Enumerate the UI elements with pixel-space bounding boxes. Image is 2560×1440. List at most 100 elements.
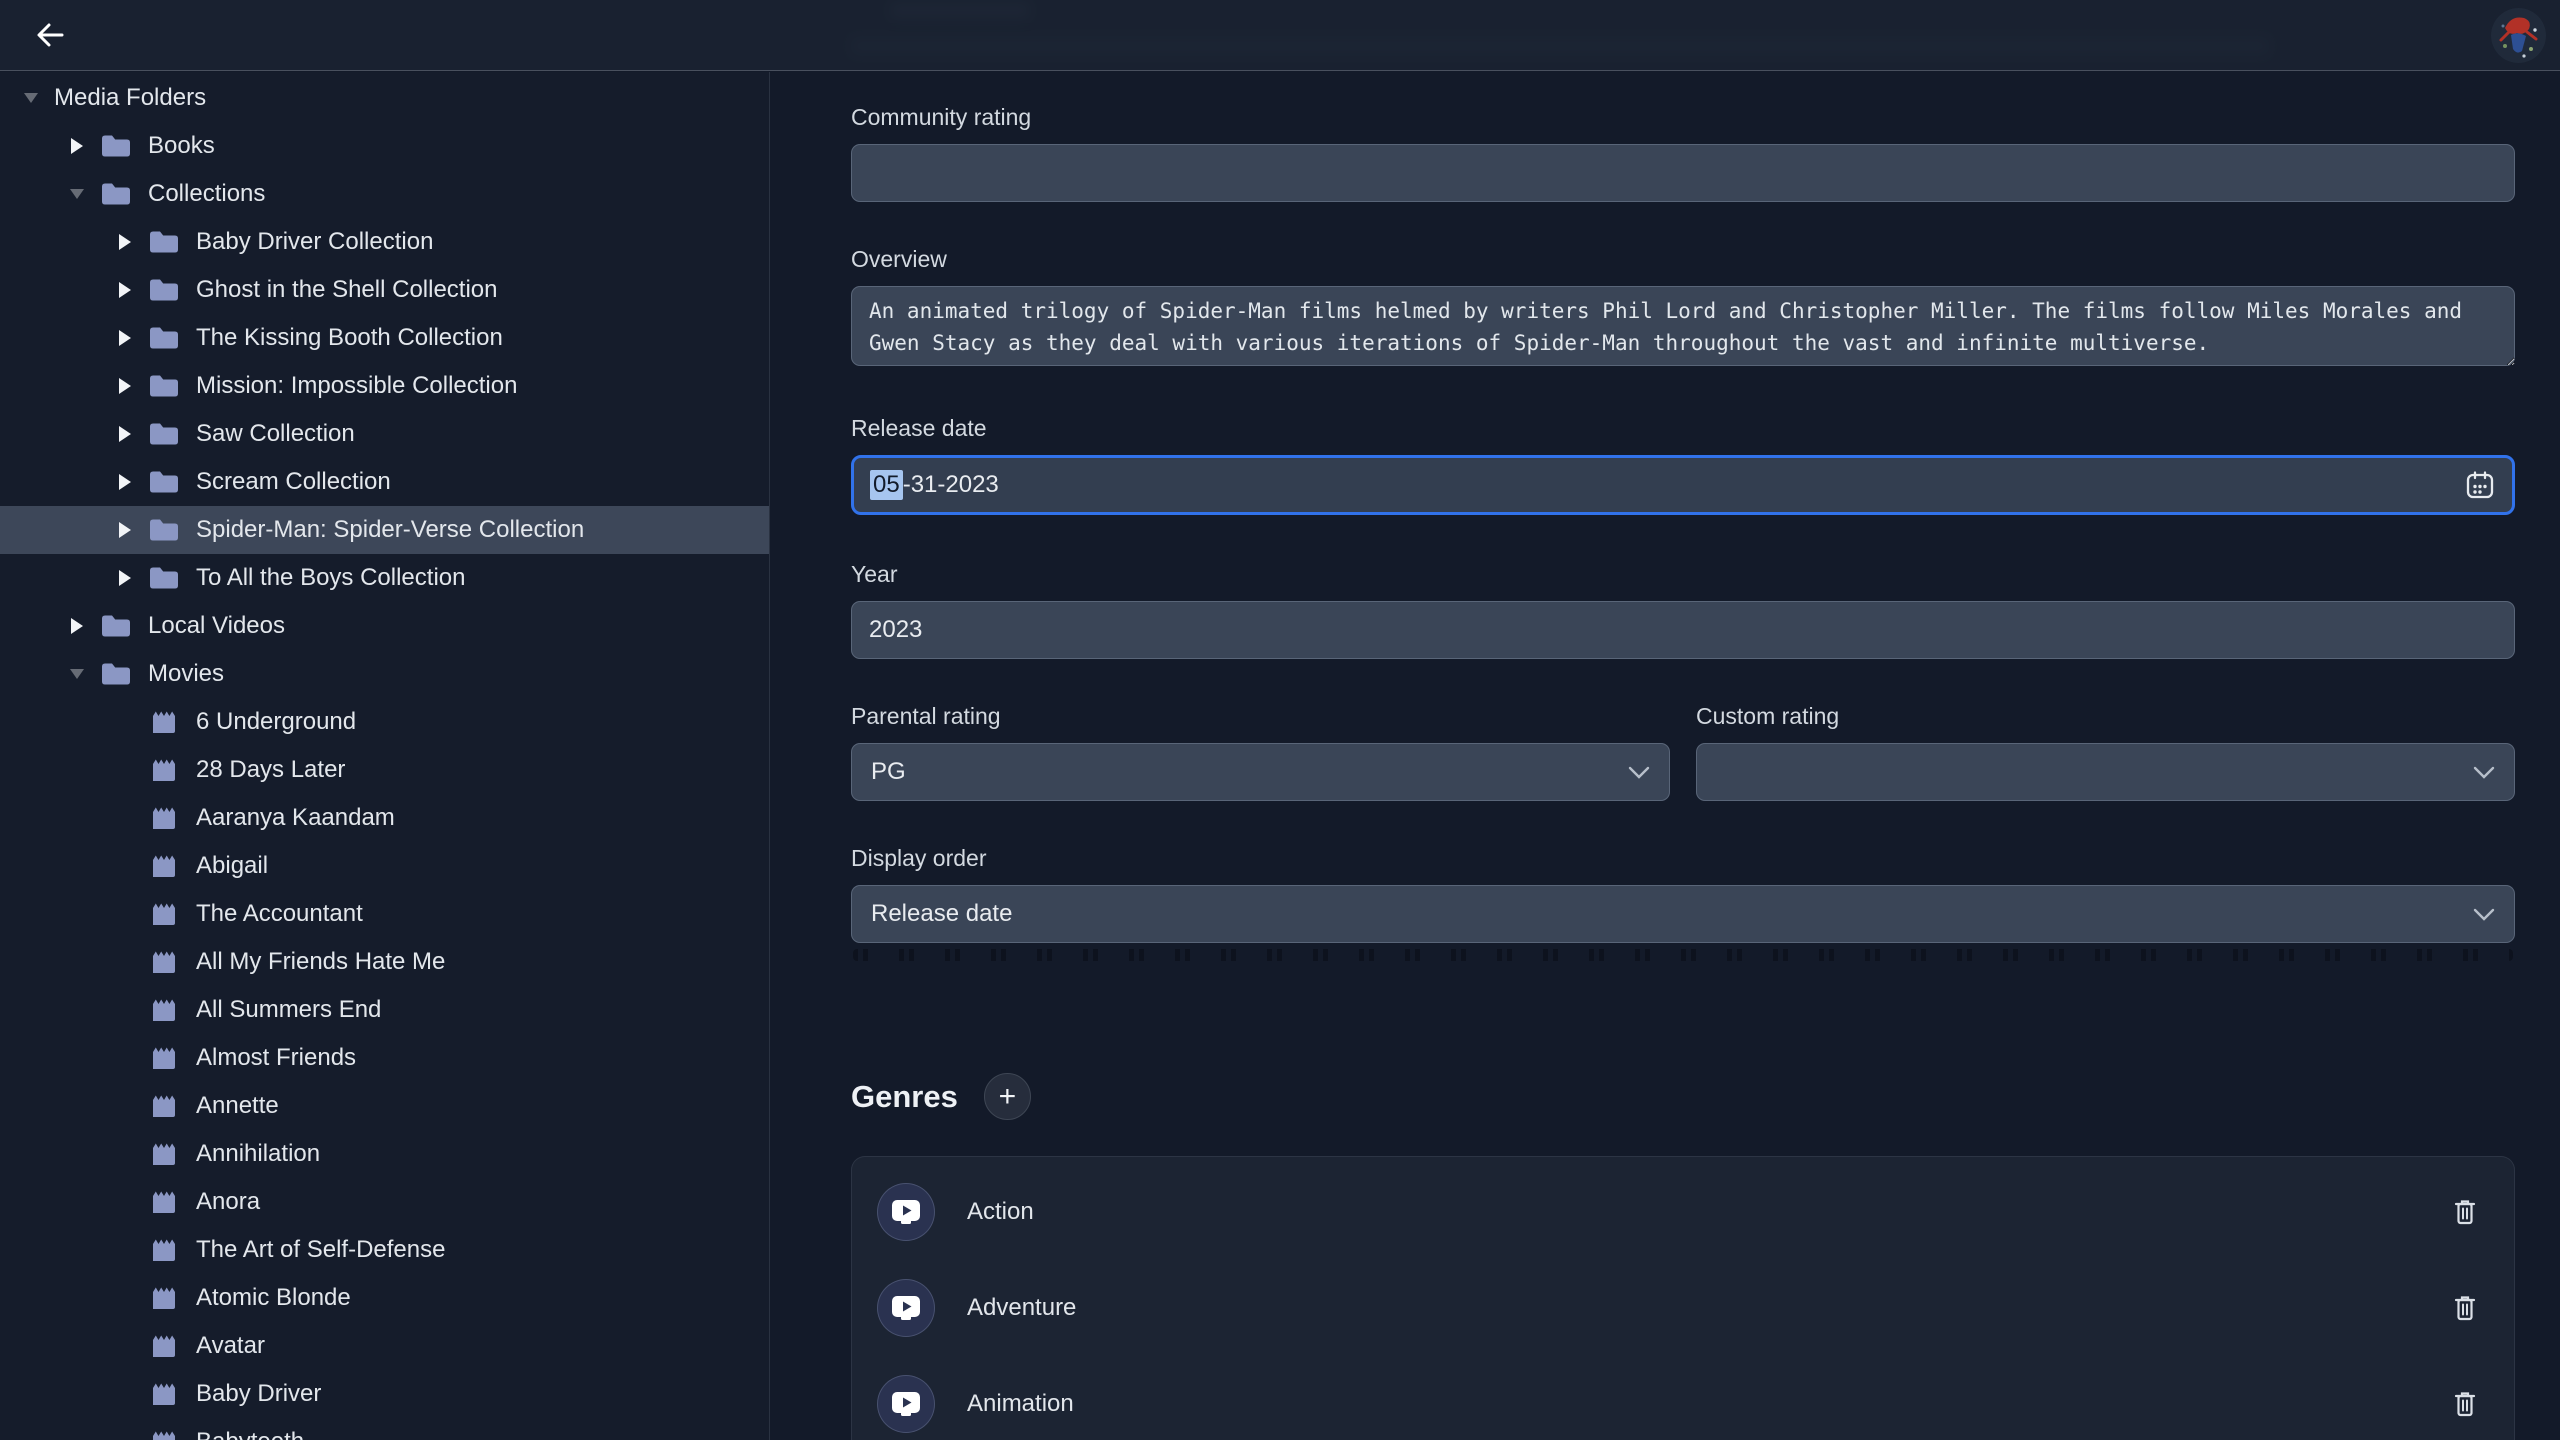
folder-icon <box>148 325 180 351</box>
video-play-icon <box>890 1295 922 1321</box>
delete-genre-button[interactable] <box>2453 1198 2477 1226</box>
expander-icon[interactable] <box>112 282 138 298</box>
triangle-right-icon <box>119 330 131 346</box>
user-avatar[interactable] <box>2491 8 2546 63</box>
year-input[interactable] <box>851 601 2515 659</box>
folder-icon <box>148 229 180 255</box>
tree-item[interactable]: Mission: Impossible Collection <box>0 362 769 410</box>
tree-item[interactable]: Atomic Blonde <box>0 1274 769 1322</box>
tree-item-label: To All the Boys Collection <box>196 564 465 592</box>
movie-icon <box>148 1283 180 1313</box>
custom-rating-select[interactable] <box>1696 743 2515 801</box>
tree-item[interactable]: Almost Friends <box>0 1034 769 1082</box>
tree-item[interactable]: All My Friends Hate Me <box>0 938 769 986</box>
display-order-label: Display order <box>851 845 2515 872</box>
tree-item[interactable]: The Kissing Booth Collection <box>0 314 769 362</box>
expander-icon[interactable] <box>64 669 90 679</box>
folder-icon <box>148 469 180 495</box>
video-play-icon <box>890 1199 922 1225</box>
triangle-right-icon <box>119 426 131 442</box>
expander-icon[interactable] <box>64 189 90 199</box>
movie-icon <box>148 1091 180 1121</box>
add-genre-button[interactable]: + <box>984 1073 1031 1120</box>
triangle-down-icon <box>70 669 84 679</box>
tree-item[interactable]: Collections <box>0 170 769 218</box>
tree-item[interactable]: Baby Driver <box>0 1370 769 1418</box>
folder-icon <box>148 565 180 591</box>
parental-rating-value: PG <box>871 758 906 786</box>
tree-item-label: 28 Days Later <box>196 756 345 784</box>
tree-item[interactable]: Aaranya Kaandam <box>0 794 769 842</box>
genre-row: Adventure <box>851 1260 2515 1356</box>
tree-item[interactable]: To All the Boys Collection <box>0 554 769 602</box>
tree-item[interactable]: Avatar <box>0 1322 769 1370</box>
tree-item[interactable]: Anora <box>0 1178 769 1226</box>
expander-icon[interactable] <box>18 93 44 103</box>
calendar-picker-button[interactable] <box>2464 469 2496 501</box>
tree-item[interactable]: Ghost in the Shell Collection <box>0 266 769 314</box>
plus-icon: + <box>999 1082 1017 1112</box>
delete-genre-button[interactable] <box>2453 1294 2477 1322</box>
tree-item[interactable]: 28 Days Later <box>0 746 769 794</box>
tree-item[interactable]: 6 Underground <box>0 698 769 746</box>
expander-icon[interactable] <box>112 522 138 538</box>
tree-item[interactable]: Local Videos <box>0 602 769 650</box>
delete-genre-button[interactable] <box>2453 1390 2477 1418</box>
expander-icon[interactable] <box>64 138 90 154</box>
tree-item[interactable]: Annette <box>0 1082 769 1130</box>
release-date-input[interactable]: 05 -31-2023 <box>851 455 2515 515</box>
tree-item-label: The Art of Self-Defense <box>196 1236 445 1264</box>
expander-icon[interactable] <box>64 618 90 634</box>
tree-item[interactable]: Movies <box>0 650 769 698</box>
tree-item-label: Annette <box>196 1092 279 1120</box>
triangle-right-icon <box>119 474 131 490</box>
expander-icon[interactable] <box>112 570 138 586</box>
genres-list: Action <box>851 1156 2515 1440</box>
tree-item[interactable]: Baby Driver Collection <box>0 218 769 266</box>
tree-item[interactable]: Spider-Man: Spider-Verse Collection <box>0 506 769 554</box>
tree-item-label: Scream Collection <box>196 468 391 496</box>
triangle-down-icon <box>70 189 84 199</box>
tree-item-label: Anora <box>196 1188 260 1216</box>
folder-icon <box>100 613 132 639</box>
genre-label: Action <box>967 1198 1034 1226</box>
metadata-editor: Community rating Overview An animated tr… <box>771 0 2560 1440</box>
tree-item[interactable]: All Summers End <box>0 986 769 1034</box>
movie-icon <box>148 1235 180 1265</box>
back-button[interactable] <box>26 11 74 59</box>
movie-icon <box>148 995 180 1025</box>
tree-item[interactable]: Abigail <box>0 842 769 890</box>
tree-item-label: The Accountant <box>196 900 363 928</box>
parental-rating-select[interactable]: PG <box>851 743 1670 801</box>
expander-icon[interactable] <box>112 474 138 490</box>
community-rating-input[interactable] <box>851 144 2515 202</box>
ratings-row: Parental rating PG Custom rating <box>851 703 2515 801</box>
movie-icon <box>148 1379 180 1409</box>
expander-icon[interactable] <box>112 426 138 442</box>
tree-item[interactable]: Scream Collection <box>0 458 769 506</box>
tree-item[interactable]: Babyteeth <box>0 1418 769 1440</box>
tree-item[interactable]: Saw Collection <box>0 410 769 458</box>
tree-item-label: Saw Collection <box>196 420 355 448</box>
folder-icon <box>100 181 132 207</box>
overview-textarea[interactable]: An animated trilogy of Spider-Man films … <box>851 286 2515 366</box>
expander-icon[interactable] <box>112 234 138 250</box>
expander-icon[interactable] <box>112 378 138 394</box>
movie-icon <box>148 1331 180 1361</box>
parental-rating-label: Parental rating <box>851 703 1670 730</box>
movie-icon <box>148 1139 180 1169</box>
genre-avatar <box>877 1279 935 1337</box>
tree-item-label: Annihilation <box>196 1140 320 1168</box>
tree-item[interactable]: The Accountant <box>0 890 769 938</box>
tree-item-label: Avatar <box>196 1332 265 1360</box>
tree-item-label: Mission: Impossible Collection <box>196 372 517 400</box>
expander-icon[interactable] <box>112 330 138 346</box>
movie-icon <box>148 755 180 785</box>
tree-item-label: Ghost in the Shell Collection <box>196 276 498 304</box>
tree-item[interactable]: The Art of Self-Defense <box>0 1226 769 1274</box>
tree-item-label: Abigail <box>196 852 268 880</box>
tree-item[interactable]: Media Folders <box>0 74 769 122</box>
tree-item[interactable]: Annihilation <box>0 1130 769 1178</box>
display-order-select[interactable]: Release date <box>851 885 2515 943</box>
tree-item[interactable]: Books <box>0 122 769 170</box>
